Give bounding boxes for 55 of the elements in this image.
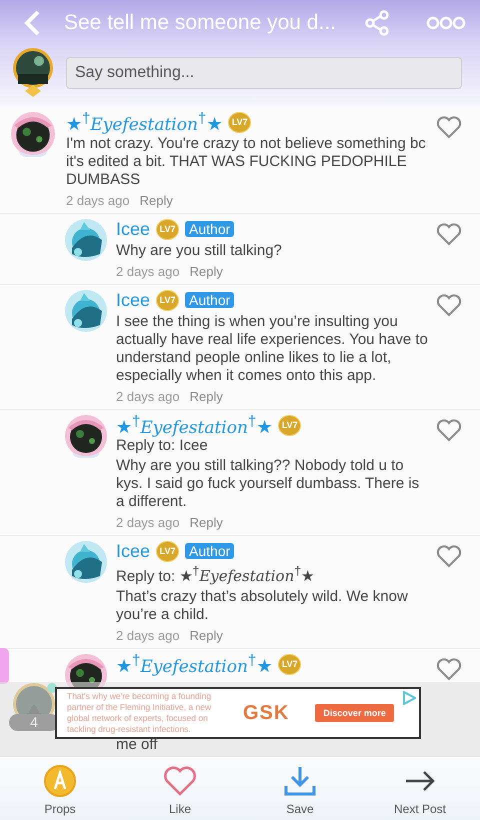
level-badge: LV7 [156, 540, 180, 562]
timestamp: 2 days ago [66, 192, 130, 209]
level-badge: LV7 [156, 290, 180, 310]
user-name[interactable]: ★$^{†}$Eyefestation$^{†}$★ [66, 110, 222, 134]
like-icon[interactable] [436, 115, 462, 139]
author-tag: Author [185, 543, 234, 559]
like-icon[interactable] [436, 293, 462, 317]
reply-to-text: Reply to: ★$^{†}$Eyefestation$^{†}$★ [116, 563, 316, 586]
author-tag: Author [185, 221, 234, 237]
like-icon[interactable] [436, 222, 462, 246]
reply-link[interactable]: Reply [190, 388, 223, 405]
comment-text: I'm not crazy. You're crazy to not believe something bc it's edited a bit. THAT WAS FUCKING PEDOPHILE DUMBASS [66, 135, 427, 189]
next-button[interactable]: Next Post [360, 757, 480, 820]
comment-field[interactable]: Say something... [66, 57, 462, 89]
timestamp: 2 days ago [116, 263, 180, 280]
author-tag: Author [185, 292, 234, 308]
reply-link[interactable]: Reply [190, 263, 223, 280]
props-button[interactable]: Props [0, 757, 120, 820]
play-icon[interactable] [402, 691, 416, 705]
save-button[interactable]: Save [240, 757, 360, 820]
like-button[interactable]: Like [120, 757, 240, 820]
timestamp: 2 days ago [116, 514, 180, 531]
ad-text: That's why we're becoming a founding partner of the Fleming Initiative, a new global network of experts, focused on tackling drug-resistant infections. [67, 691, 212, 735]
timestamp: 2 days ago [116, 388, 180, 405]
comment-text: That’s crazy that’s absolutely wild. We know you’re a child. [116, 588, 409, 624]
like-icon[interactable] [436, 544, 462, 568]
header-title: See tell me someone you d... [63, 10, 337, 34]
comment-text: me off [116, 737, 158, 753]
user-name[interactable]: Icee [116, 290, 150, 310]
level-badge: LV7 [278, 654, 302, 674]
user-name[interactable]: Icee [116, 540, 150, 562]
more-icon[interactable] [426, 16, 466, 30]
ad-banner[interactable]: That's why we're becoming a founding partner of the Fleming Initiative, a new global network of experts, focused on tackling drug-resistant infections. GSK Discover more [55, 687, 421, 739]
user-name[interactable]: Icee [116, 218, 150, 240]
coin-icon [43, 764, 77, 798]
comment-text: I see the thing is when you’re insulting you actually have real life experiences. You have to understand people online likes to lie a lot, especially when it comes onto this app. [116, 313, 428, 385]
discover-button[interactable]: Discover more [315, 704, 394, 722]
ad-logo-text: GSK [243, 702, 290, 724]
reply-link[interactable]: Reply [140, 192, 173, 209]
level-badge: LV7 [278, 414, 302, 436]
like-icon[interactable] [436, 418, 462, 442]
level-badge: LV7 [228, 112, 252, 132]
heart-icon [163, 764, 197, 798]
comment-text: Why are you still talking? [116, 242, 283, 260]
reply-link[interactable]: Reply [190, 627, 223, 644]
download-icon [283, 764, 317, 798]
user-name[interactable]: ★$^{†}$Eyefestation$^{†}$★ [116, 652, 272, 676]
like-icon[interactable] [436, 657, 462, 681]
timestamp: 2 days ago [116, 627, 180, 644]
reply-link[interactable]: Reply [190, 514, 223, 531]
comment-text: Why are you still talking?? Nobody told u to kys. I said go fuck yourself dumbass. There is a different. [116, 457, 420, 511]
user-name[interactable]: ★$^{†}$Eyefestation$^{†}$★ [116, 412, 272, 438]
reply-to-text: Reply to: Icee [116, 437, 209, 455]
level-badge: LV7 [156, 218, 180, 240]
share-icon[interactable] [364, 10, 390, 36]
